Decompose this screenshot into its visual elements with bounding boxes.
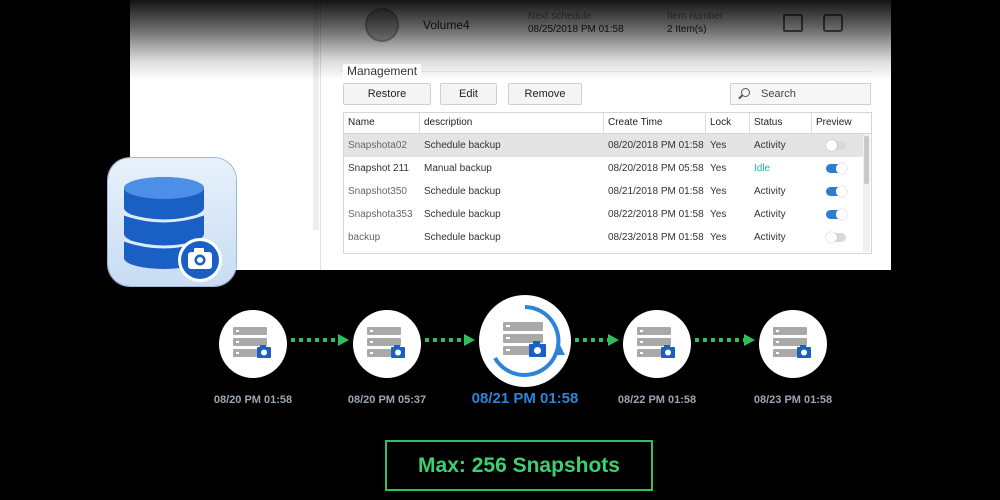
cell-create-time: 08/23/2018 PM 01:58 [608, 232, 704, 243]
table-row[interactable]: backup Schedule backup 08/23/2018 PM 01:… [344, 226, 863, 249]
cell-lock: Yes [710, 232, 727, 243]
cell-create-time: 08/20/2018 PM 05:58 [608, 163, 704, 174]
max-snapshots-badge: Max: 256 Snapshots [385, 440, 653, 491]
preview-toggle[interactable] [826, 209, 847, 220]
cell-status: Idle [754, 163, 771, 174]
management-title: Management [343, 64, 422, 78]
search-input[interactable]: Search [730, 83, 871, 105]
column-header-lock[interactable]: Lock [706, 113, 750, 133]
volume-row[interactable]: Volume4 Next schedule 08/25/2018 PM 01:5… [320, 0, 891, 52]
column-header-name[interactable]: Name [344, 113, 420, 133]
table-row[interactable]: Snapshota353 Schedule backup 08/22/2018 … [344, 203, 863, 226]
next-schedule-cell: Next schedule 08/25/2018 PM 01:58 [528, 10, 624, 36]
camera-icon[interactable] [823, 14, 843, 32]
restore-button[interactable]: Restore [343, 83, 431, 105]
volume-disk-icon [365, 8, 399, 42]
next-schedule-value: 08/25/2018 PM 01:58 [528, 24, 624, 35]
cell-name: Snapshota353 [348, 209, 413, 220]
timeline-label-1: 08/20 PM 01:58 [213, 394, 293, 406]
cell-status: Activity [754, 186, 786, 197]
cell-description: Schedule backup [424, 140, 501, 151]
preview-toggle[interactable] [826, 186, 847, 197]
column-header-status[interactable]: Status [750, 113, 812, 133]
left-panel-scrollbar[interactable] [313, 0, 319, 230]
item-number-cell: Item number 2 Item(s) [667, 10, 723, 36]
volume-name: Volume4 [423, 18, 470, 32]
cell-description: Schedule backup [424, 186, 501, 197]
next-schedule-label: Next schedule [528, 11, 592, 22]
cell-name: Snapshot350 [348, 186, 407, 197]
cell-lock: Yes [710, 186, 727, 197]
toggle-knob [836, 209, 847, 220]
table-header: Name description Create Time Lock Status… [344, 113, 871, 134]
toggle-knob [836, 163, 847, 174]
cell-description: Schedule backup [424, 209, 501, 220]
item-number-label: Item number [667, 11, 724, 22]
toggle-knob [836, 186, 847, 197]
cell-create-time: 08/20/2018 PM 01:58 [608, 140, 704, 151]
table-scrollbar[interactable] [863, 134, 870, 252]
cell-name: Snapshot 211 [348, 163, 409, 174]
column-header-description[interactable]: description [420, 113, 604, 133]
table-row[interactable]: Snapshot350 Schedule backup 08/21/2018 P… [344, 180, 863, 203]
database-icon [123, 177, 222, 282]
timeline-label-2: 08/20 PM 05:37 [347, 394, 427, 406]
timeline-arrows [291, 334, 755, 346]
cell-name: backup [348, 232, 381, 243]
cell-name: Snapshota02 [348, 140, 407, 151]
remove-button[interactable]: Remove [508, 83, 582, 105]
cell-status: Activity [754, 209, 786, 220]
table-row[interactable]: Snapshota02 Schedule backup 08/20/2018 P… [344, 134, 863, 157]
cell-create-time: 08/22/2018 PM 01:58 [608, 209, 704, 220]
cell-status: Activity [754, 140, 786, 151]
snapshot-manager-window: Volume4 Next schedule 08/25/2018 PM 01:5… [130, 0, 891, 270]
cell-create-time: 08/21/2018 PM 01:58 [608, 186, 704, 197]
edit-button[interactable]: Edit [440, 83, 497, 105]
search-placeholder: Search [761, 88, 796, 100]
column-header-preview[interactable]: Preview [812, 113, 871, 133]
toggle-knob [826, 140, 837, 151]
search-icon [741, 88, 750, 97]
column-header-create-time[interactable]: Create Time [604, 113, 706, 133]
toggle-knob [826, 232, 837, 243]
cell-description: Schedule backup [424, 232, 501, 243]
preview-toggle[interactable] [826, 232, 846, 243]
preview-toggle[interactable] [826, 140, 846, 151]
scrollbar-thumb[interactable] [864, 136, 869, 184]
cell-lock: Yes [710, 209, 727, 220]
table-row[interactable]: Snapshot 211 Manual backup 08/20/2018 PM… [344, 157, 863, 180]
item-number-value: 2 Item(s) [667, 24, 707, 35]
timeline-label-3-active: 08/21 PM 01:58 [471, 390, 579, 407]
timeline-label-5: 08/23 PM 01:58 [753, 394, 833, 406]
cell-description: Manual backup [424, 163, 492, 174]
calendar-icon[interactable] [783, 14, 803, 32]
timeline-label-4: 08/22 PM 01:58 [617, 394, 697, 406]
preview-toggle[interactable] [826, 163, 847, 174]
snapshot-app-icon [108, 158, 236, 286]
cell-status: Activity [754, 232, 786, 243]
cell-lock: Yes [710, 163, 727, 174]
cell-lock: Yes [710, 140, 727, 151]
snapshot-table: Name description Create Time Lock Status… [343, 112, 872, 254]
